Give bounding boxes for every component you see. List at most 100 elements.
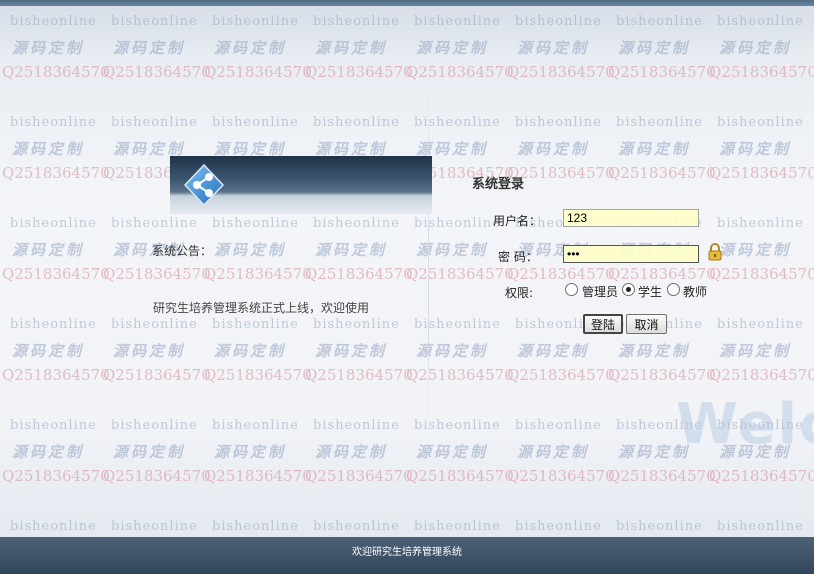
watermark-custom-text: 源码定制 bbox=[12, 241, 85, 259]
role-label-student: 学生 bbox=[638, 285, 663, 299]
watermark-site-text: bisheonline bbox=[616, 115, 703, 130]
watermark-qq-text: Q2518364570 bbox=[709, 164, 814, 182]
watermark-qq-text: Q2518364570 bbox=[103, 467, 211, 485]
watermark-custom-text: 源码定制 bbox=[517, 342, 590, 360]
watermark-custom-text: 源码定制 bbox=[517, 140, 590, 158]
password-label: 密 码： bbox=[498, 250, 538, 264]
login-title: 系统登录 bbox=[472, 177, 525, 192]
watermark-custom-text: 源码定制 bbox=[12, 443, 85, 461]
watermark-site-text: bisheonline bbox=[717, 115, 804, 130]
watermark-qq-text: Q2518364570 bbox=[103, 366, 211, 384]
panel-divider bbox=[428, 80, 429, 440]
watermark-site-text: bisheonline bbox=[10, 14, 97, 29]
watermark-site-text: bisheonline bbox=[10, 216, 97, 231]
role-label-teacher: 教师 bbox=[683, 285, 708, 299]
lock-icon bbox=[708, 243, 722, 261]
watermark-custom-text: 源码定制 bbox=[517, 39, 590, 57]
watermark-custom-text: 源码定制 bbox=[214, 342, 287, 360]
watermark-qq-text: Q2518364570 bbox=[507, 63, 615, 81]
watermark-site-text: bisheonline bbox=[616, 14, 703, 29]
login-button[interactable]: 登陆 bbox=[583, 314, 623, 334]
role-radio-admin[interactable] bbox=[565, 283, 578, 296]
watermark-qq-text: Q2518364570 bbox=[507, 366, 615, 384]
watermark-site-text: bisheonline bbox=[313, 115, 400, 130]
watermark-site-text: bisheonline bbox=[212, 519, 299, 534]
username-label: 用户名： bbox=[493, 214, 542, 228]
watermark-custom-text: 源码定制 bbox=[719, 39, 792, 57]
watermark-qq-text: Q2518364570 bbox=[406, 265, 514, 283]
watermark-site-text: bisheonline bbox=[313, 418, 400, 433]
watermark-qq-text: Q2518364570 bbox=[406, 366, 514, 384]
watermark-custom-text: 源码定制 bbox=[113, 342, 186, 360]
watermark-qq-text: Q2518364570 bbox=[204, 467, 312, 485]
watermark-custom-text: 源码定制 bbox=[315, 241, 388, 259]
password-input[interactable] bbox=[563, 245, 699, 263]
watermark-qq-text: Q2518364570 bbox=[204, 265, 312, 283]
notice-label: 系统公告： bbox=[152, 244, 213, 258]
watermark-site-text: bisheonline bbox=[212, 14, 299, 29]
watermark-custom-text: 源码定制 bbox=[12, 140, 85, 158]
watermark-site-text: bisheonline bbox=[313, 519, 400, 534]
watermark-site-text: bisheonline bbox=[212, 115, 299, 130]
watermark-qq-text: Q2518364570 bbox=[305, 366, 413, 384]
watermark-site-text: bisheonline bbox=[515, 519, 602, 534]
watermark-qq-text: Q2518364570 bbox=[608, 63, 716, 81]
watermark-qq-text: Q2518364570 bbox=[305, 265, 413, 283]
watermark-qq-text: Q2518364570 bbox=[204, 366, 312, 384]
footer-text: 欢迎研究生培养管理系统 bbox=[352, 547, 462, 558]
watermark-site-text: bisheonline bbox=[111, 519, 198, 534]
watermark-site-text: bisheonline bbox=[717, 216, 804, 231]
watermark-qq-text: Q2518364570 bbox=[709, 366, 814, 384]
cancel-button[interactable]: 取消 bbox=[626, 314, 667, 334]
watermark-site-text: bisheonline bbox=[111, 317, 198, 332]
watermark-site-text: bisheonline bbox=[10, 418, 97, 433]
watermark-qq-text: Q2518364570 bbox=[608, 467, 716, 485]
watermark-qq-text: Q2518364570 bbox=[2, 164, 110, 182]
watermark-site-text: bisheonline bbox=[313, 317, 400, 332]
watermark-qq-text: Q2518364570 bbox=[709, 467, 814, 485]
watermark-qq-text: Q2518364570 bbox=[608, 265, 716, 283]
watermark-qq-text: Q2518364570 bbox=[608, 366, 716, 384]
share-nodes-icon bbox=[184, 164, 224, 206]
watermark-custom-text: 源码定制 bbox=[719, 342, 792, 360]
watermark-site-text: bisheonline bbox=[111, 418, 198, 433]
watermark-custom-text: 源码定制 bbox=[315, 342, 388, 360]
watermark-qq-text: Q2518364570 bbox=[406, 63, 514, 81]
watermark-qq-text: Q2518364570 bbox=[608, 164, 716, 182]
watermark-custom-text: 源码定制 bbox=[416, 39, 489, 57]
watermark-qq-text: Q2518364570 bbox=[103, 63, 211, 81]
watermark-qq-text: Q2518364570 bbox=[2, 265, 110, 283]
watermark-site-text: bisheonline bbox=[515, 115, 602, 130]
watermark-qq-text: Q2518364570 bbox=[709, 265, 814, 283]
radio-selected-dot bbox=[626, 287, 631, 292]
watermark-custom-text: 源码定制 bbox=[113, 39, 186, 57]
watermark-site-text: bisheonline bbox=[10, 317, 97, 332]
watermark-qq-text: Q2518364570 bbox=[2, 63, 110, 81]
watermark-custom-text: 源码定制 bbox=[12, 342, 85, 360]
watermark-custom-text: 源码定制 bbox=[214, 39, 287, 57]
username-input[interactable] bbox=[563, 209, 699, 227]
watermark-qq-text: Q2518364570 bbox=[507, 265, 615, 283]
watermark-custom-text: 源码定制 bbox=[618, 39, 691, 57]
watermark-site-text: bisheonline bbox=[212, 418, 299, 433]
watermark-site-text: bisheonline bbox=[10, 519, 97, 534]
watermark-site-text: bisheonline bbox=[313, 216, 400, 231]
watermark-site-text: bisheonline bbox=[616, 519, 703, 534]
watermark-site-text: bisheonline bbox=[414, 519, 501, 534]
watermark-site-text: bisheonline bbox=[212, 317, 299, 332]
role-radio-student[interactable] bbox=[622, 283, 635, 296]
role-radio-teacher[interactable] bbox=[667, 283, 680, 296]
watermark-qq-text: Q2518364570 bbox=[2, 366, 110, 384]
watermark-site-text: bisheonline bbox=[111, 115, 198, 130]
watermark-site-text: bisheonline bbox=[111, 14, 198, 29]
watermark-custom-text: 源码定制 bbox=[315, 39, 388, 57]
top-bar bbox=[0, 0, 814, 6]
watermark-custom-text: 源码定制 bbox=[214, 443, 287, 461]
watermark-custom-text: 源码定制 bbox=[12, 39, 85, 57]
watermark-qq-text: Q2518364570 bbox=[305, 63, 413, 81]
watermark-site-text: bisheonline bbox=[717, 317, 804, 332]
watermark-qq-text: Q2518364570 bbox=[709, 63, 814, 81]
role-label: 权限: bbox=[505, 286, 534, 300]
watermark-custom-text: 源码定制 bbox=[719, 241, 792, 259]
watermark-custom-text: 源码定制 bbox=[618, 140, 691, 158]
